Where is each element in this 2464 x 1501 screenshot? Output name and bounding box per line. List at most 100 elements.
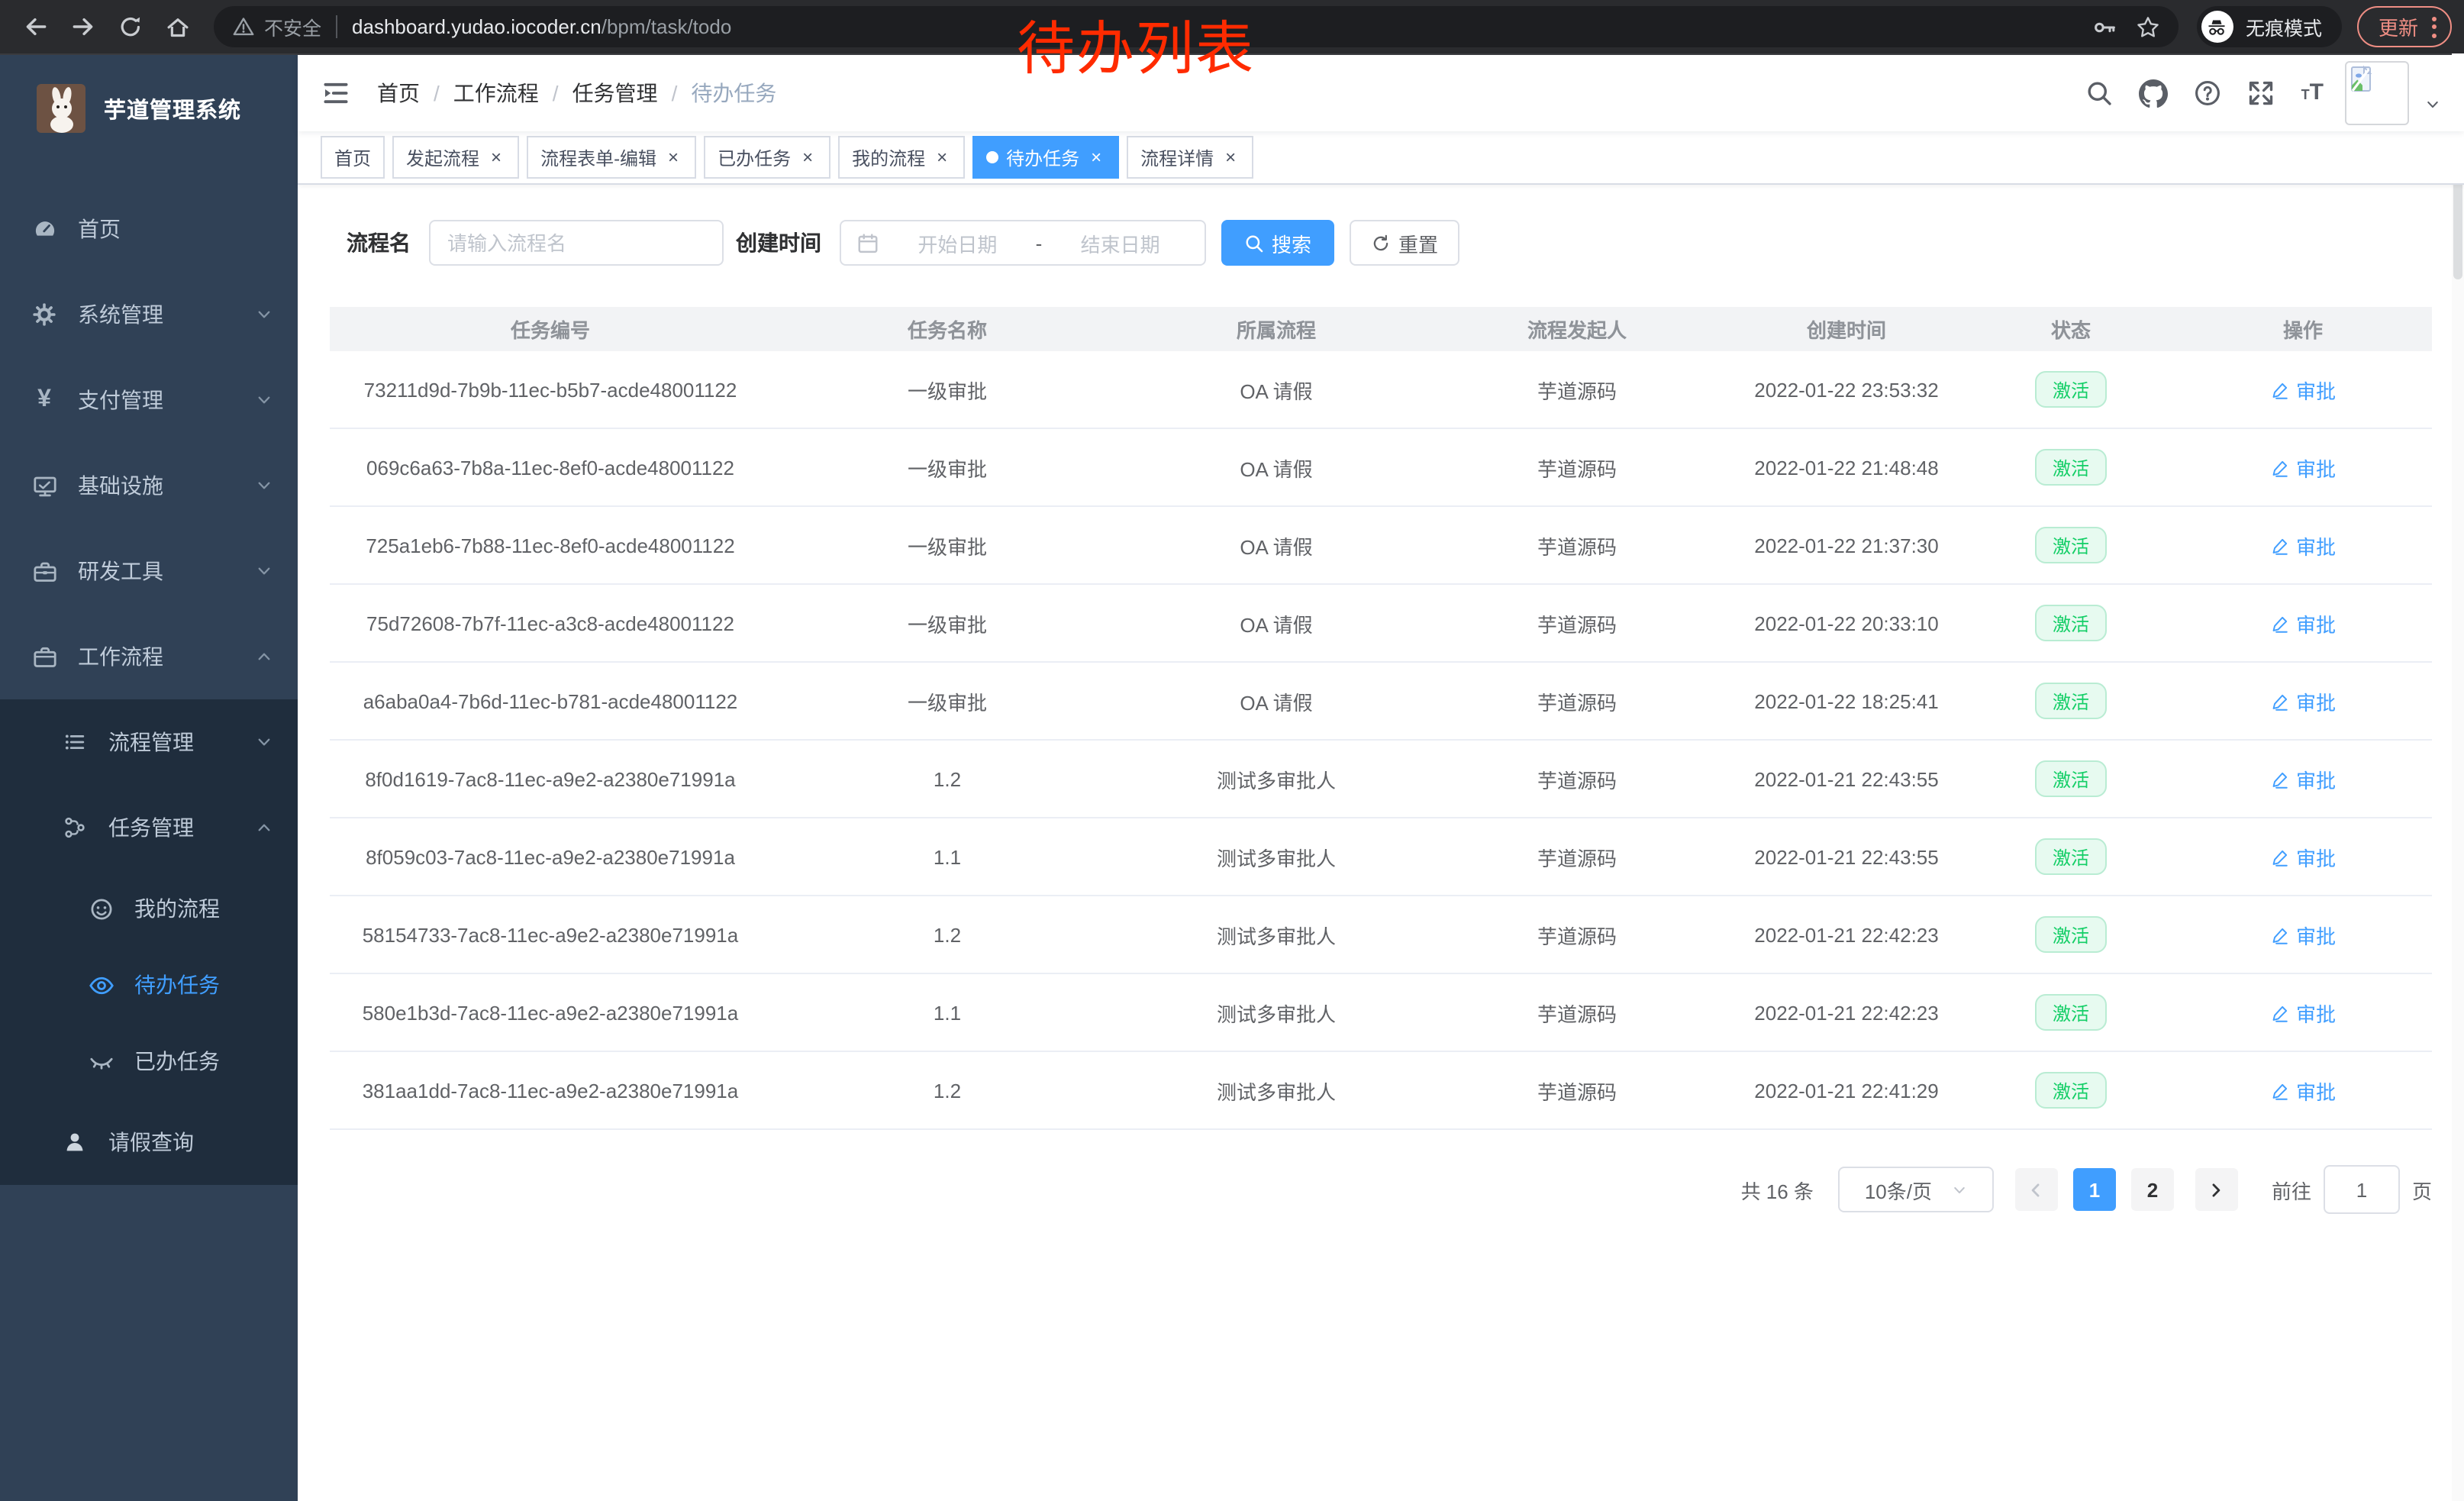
table-row: 381aa1dd-7ac8-11ec-a9e2-a2380e71991a 1.2…: [330, 1052, 2432, 1130]
sidebar-item-pay[interactable]: ¥ 支付管理: [0, 357, 298, 443]
briefcase-icon: [31, 644, 58, 670]
browser-toolbar: 不安全 dashboard.yudao.iocoder.cn /bpm/task…: [0, 0, 2464, 55]
sidebar-item-process-mgmt[interactable]: 流程管理: [0, 699, 298, 785]
cell-task-id: 75d72608-7b7f-11ec-a3c8-acde48001122: [330, 612, 771, 634]
approve-link[interactable]: 审批: [2270, 453, 2336, 482]
sidebar-item-home[interactable]: 首页: [0, 186, 298, 272]
chevron-up-icon: [255, 647, 273, 666]
tab-todo-tasks[interactable]: 待办任务: [972, 136, 1119, 179]
back-icon[interactable]: [23, 14, 49, 40]
sidebar-item-infra[interactable]: 基础设施: [0, 443, 298, 528]
chevron-down-icon: [255, 562, 273, 580]
approve-link[interactable]: 审批: [2270, 531, 2336, 560]
tab-my-process[interactable]: 我的流程: [838, 136, 965, 179]
close-icon[interactable]: [487, 148, 505, 166]
approve-link[interactable]: 审批: [2270, 764, 2336, 793]
tab-home[interactable]: 首页: [321, 136, 385, 179]
sidebar-item-devtools[interactable]: 研发工具: [0, 528, 298, 614]
table-header: 任务编号 任务名称 所属流程 流程发起人 创建时间 状态 操作: [330, 307, 2432, 351]
close-icon[interactable]: [933, 148, 951, 166]
star-icon[interactable]: [2136, 15, 2160, 39]
status-badge: 激活: [2036, 994, 2106, 1031]
scrollbar[interactable]: [2452, 53, 2464, 1501]
edit-pen-icon: [2270, 535, 2290, 555]
date-range-picker[interactable]: 开始日期 - 结束日期: [840, 220, 1206, 266]
search-button[interactable]: 搜索: [1221, 220, 1334, 266]
forward-icon[interactable]: [70, 14, 96, 40]
page-size-select[interactable]: 10条/页: [1838, 1167, 1994, 1212]
search-icon[interactable]: [2086, 79, 2114, 107]
tab-process-detail[interactable]: 流程详情: [1127, 136, 1253, 179]
toolbox-icon: [31, 558, 58, 584]
tab-process-form-edit[interactable]: 流程表单-编辑: [527, 136, 696, 179]
edit-pen-icon: [2270, 379, 2290, 399]
approve-link[interactable]: 审批: [2270, 842, 2336, 871]
avatar-caret-icon[interactable]: [2424, 95, 2441, 112]
breadcrumb-task-mgmt[interactable]: 任务管理: [572, 78, 658, 108]
page-number-1[interactable]: 1: [2073, 1168, 2116, 1211]
start-date-placeholder: 开始日期: [889, 228, 1027, 257]
app-logo[interactable]: 芋道管理系统: [0, 55, 298, 162]
help-icon[interactable]: [2195, 79, 2222, 107]
breadcrumb-home[interactable]: 首页: [377, 78, 420, 108]
approve-link[interactable]: 审批: [2270, 375, 2336, 404]
prev-page-button[interactable]: [2015, 1168, 2058, 1211]
avatar[interactable]: [2345, 61, 2409, 125]
close-icon[interactable]: [798, 148, 817, 166]
dashboard-icon: [31, 216, 58, 242]
breadcrumb-workflow[interactable]: 工作流程: [453, 78, 539, 108]
sidebar-fold-icon[interactable]: [321, 78, 351, 108]
close-icon[interactable]: [1221, 148, 1240, 166]
approve-link[interactable]: 审批: [2270, 686, 2336, 715]
gear-icon: [31, 302, 58, 327]
edit-pen-icon: [2270, 691, 2290, 711]
update-button[interactable]: 更新: [2357, 6, 2452, 47]
incognito-icon: [2201, 11, 2233, 43]
home-icon[interactable]: [165, 14, 191, 40]
total-count: 共 16 条: [1741, 1175, 1814, 1204]
breadcrumb: 首页 / 工作流程 / 任务管理 / 待办任务: [377, 78, 776, 108]
tab-done-tasks[interactable]: 已办任务: [704, 136, 830, 179]
edit-pen-icon: [2270, 613, 2290, 633]
filter-form: 流程名 创建时间 开始日期 - 结束日期 搜索 重: [330, 220, 2432, 266]
edit-pen-icon: [2270, 769, 2290, 789]
key-icon[interactable]: [2093, 15, 2117, 39]
reload-icon[interactable]: [118, 14, 144, 40]
chevron-down-icon: [1950, 1181, 1967, 1198]
yen-icon: ¥: [31, 386, 58, 414]
sidebar-item-my-process[interactable]: 我的流程: [0, 870, 298, 947]
sidebar-item-leave-query[interactable]: 请假查询: [0, 1099, 298, 1185]
edit-pen-icon: [2270, 1002, 2290, 1022]
sidebar-item-system[interactable]: 系统管理: [0, 272, 298, 357]
status-badge: 激活: [2036, 371, 2106, 408]
approve-link[interactable]: 审批: [2270, 1076, 2336, 1105]
reset-button[interactable]: 重置: [1350, 220, 1459, 266]
approve-link[interactable]: 审批: [2270, 920, 2336, 949]
pagination: 共 16 条 10条/页 1 2 前往 页: [330, 1165, 2432, 1214]
sidebar-item-done-tasks[interactable]: 已办任务: [0, 1023, 298, 1099]
page-unit-label: 页: [2412, 1175, 2432, 1204]
chevron-down-icon: [255, 476, 273, 495]
page-number-2[interactable]: 2: [2131, 1168, 2174, 1211]
tab-start-process[interactable]: 发起流程: [392, 136, 519, 179]
goto-page-input[interactable]: [2324, 1165, 2400, 1214]
close-icon[interactable]: [664, 148, 682, 166]
process-name-input[interactable]: [429, 220, 724, 266]
close-icon[interactable]: [1087, 148, 1105, 166]
browser-menu-icon[interactable]: [2432, 16, 2437, 37]
sidebar-item-todo-tasks[interactable]: 待办任务: [0, 947, 298, 1023]
edit-pen-icon: [2270, 925, 2290, 944]
task-table: 任务编号 任务名称 所属流程 流程发起人 创建时间 状态 操作 73211d9d…: [330, 307, 2432, 1130]
next-page-button[interactable]: [2195, 1168, 2238, 1211]
sidebar-item-task-mgmt[interactable]: 任务管理: [0, 785, 298, 870]
github-icon[interactable]: [2140, 79, 2169, 108]
font-size-icon[interactable]: [2301, 79, 2324, 107]
sidebar-item-workflow[interactable]: 工作流程: [0, 614, 298, 699]
chevron-up-icon: [255, 818, 273, 837]
fullscreen-icon[interactable]: [2248, 79, 2275, 107]
approve-link[interactable]: 审批: [2270, 608, 2336, 638]
cell-task-id: 725a1eb6-7b88-11ec-8ef0-acde48001122: [330, 534, 771, 557]
person-icon: [61, 1130, 89, 1154]
url-bar[interactable]: 不安全 dashboard.yudao.iocoder.cn /bpm/task…: [214, 6, 2179, 47]
approve-link[interactable]: 审批: [2270, 998, 2336, 1027]
